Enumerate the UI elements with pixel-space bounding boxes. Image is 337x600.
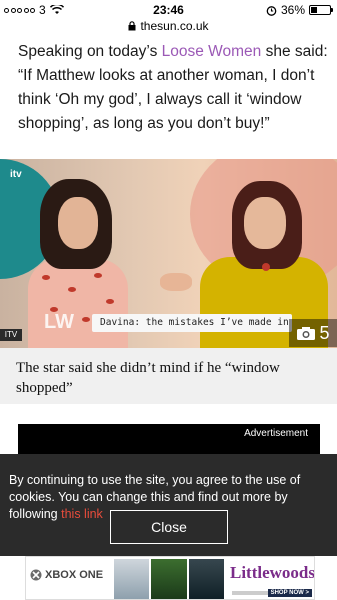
poppy-icon [262, 263, 270, 271]
xbox-logo-text: XBOX ONE [45, 569, 104, 581]
image-caption-box: The star said she didn’t mind if he “win… [0, 348, 337, 404]
status-right: 36% [266, 3, 333, 17]
shop-now-button[interactable]: SHOP NOW > [267, 589, 312, 597]
article-text-start: Speaking on today’s [18, 43, 162, 60]
game-cover [114, 559, 150, 599]
address-bar[interactable]: thesun.co.uk [0, 17, 337, 35]
xbox-icon [30, 569, 42, 581]
presenter-left-face [58, 197, 98, 249]
battery-icon [309, 5, 333, 15]
presenter-right-face [244, 197, 286, 249]
lower-third-banner: Davina: the mistakes I’ve made in my lif… [92, 314, 292, 332]
xbox-logo: XBOX ONE [30, 569, 103, 581]
article-image[interactable]: itv LW Davina: the mistakes I’ve made in… [0, 159, 337, 348]
game-cover [188, 559, 224, 599]
alarm-icon [266, 5, 277, 16]
game-covers [114, 559, 224, 599]
advertisement-label: Advertisement [244, 428, 308, 439]
loose-women-logo: LW [44, 311, 74, 333]
cookie-policy-link[interactable]: this link [61, 507, 103, 521]
ad-fineprint [232, 591, 272, 595]
itv-logo: itv [10, 169, 22, 180]
littlewoods-logo: Littlewoods [230, 563, 315, 582]
article-paragraph: Speaking on today’s Loose Women she said… [18, 40, 328, 136]
bottom-banner-ad[interactable]: XBOX ONE Littlewoods SHOP NOW > [25, 556, 315, 600]
image-caption: The star said she didn’t mind if he “win… [16, 360, 280, 396]
gallery-button[interactable]: 5 [289, 319, 337, 347]
battery-percent: 36% [280, 3, 305, 17]
url-domain: thesun.co.uk [140, 19, 209, 33]
cookie-banner: By continuing to use the site, you agree… [0, 454, 337, 556]
camera-icon [297, 326, 316, 340]
loose-women-link[interactable]: Loose Women [162, 43, 262, 60]
lock-icon [128, 21, 136, 31]
gallery-count: 5 [319, 322, 330, 343]
image-source-tag: ITV [0, 329, 22, 341]
presenter-hand [160, 273, 192, 291]
game-cover [151, 559, 187, 599]
cookie-close-button[interactable]: Close [110, 510, 228, 544]
